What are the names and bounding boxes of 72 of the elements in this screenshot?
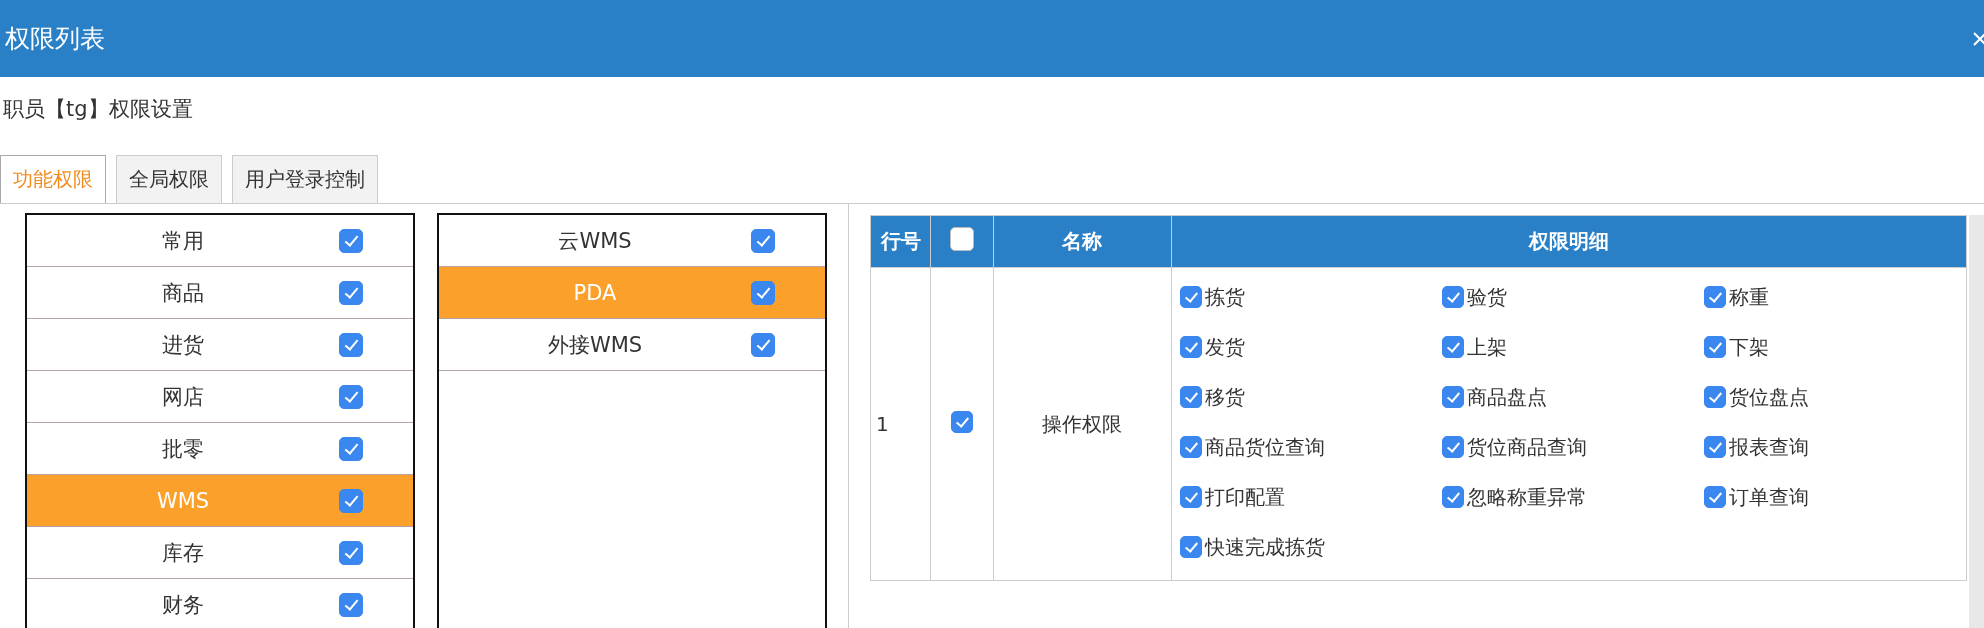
permission-label: 发货	[1205, 333, 1245, 361]
tab[interactable]: 用户登录控制	[232, 155, 378, 203]
module-item[interactable]: 常用	[27, 215, 413, 267]
row-checkbox[interactable]	[951, 410, 974, 433]
permission-label: 货位商品查询	[1467, 433, 1587, 461]
checkbox[interactable]	[339, 488, 363, 513]
checkbox[interactable]	[339, 436, 363, 461]
permission-checkbox[interactable]	[1704, 336, 1726, 358]
permission-label: 上架	[1467, 333, 1507, 361]
permission-checkbox[interactable]	[1704, 286, 1726, 308]
submodule-item[interactable]: 外接WMS	[439, 319, 825, 371]
checkbox[interactable]	[339, 384, 363, 409]
submodule-label: PDA	[573, 280, 617, 305]
permission-label: 订单查询	[1729, 483, 1809, 511]
module-item[interactable]: 网店	[27, 371, 413, 423]
module-item[interactable]: 进货	[27, 319, 413, 371]
permission-label: 移货	[1205, 383, 1245, 411]
checkbox[interactable]	[751, 228, 775, 253]
module-label: 库存	[162, 539, 204, 567]
module-label: 商品	[162, 279, 204, 307]
table-cell: 1	[870, 267, 931, 581]
permission-checkbox[interactable]	[1180, 486, 1202, 508]
submodule-label: 外接WMS	[547, 331, 643, 359]
column-header: 权限明细	[1171, 215, 1967, 268]
module-label: WMS	[156, 488, 210, 513]
module-item[interactable]: 库存	[27, 527, 413, 579]
table-cell: 操作权限	[993, 267, 1172, 581]
tab[interactable]: 全局权限	[116, 155, 222, 203]
permission-label: 商品盘点	[1467, 383, 1547, 411]
permission-checkbox[interactable]	[1180, 336, 1202, 358]
module-label: 批零	[162, 435, 204, 463]
checkbox[interactable]	[751, 280, 775, 305]
module-item[interactable]: 商品	[27, 267, 413, 319]
permission-label: 拣货	[1205, 283, 1245, 311]
permission-checkbox[interactable]	[1180, 386, 1202, 408]
permission-checkbox[interactable]	[1442, 386, 1464, 408]
checkbox[interactable]	[339, 540, 363, 565]
permission-label: 打印配置	[1205, 483, 1285, 511]
window-title: 权限列表	[4, 23, 105, 55]
permission-label: 忽略称重异常	[1467, 483, 1587, 511]
checkbox[interactable]	[339, 280, 363, 305]
module-item[interactable]: 财务	[27, 579, 413, 628]
permission-checkbox[interactable]	[1442, 436, 1464, 458]
module-label: 进货	[162, 331, 204, 359]
permission-label: 货位盘点	[1729, 383, 1809, 411]
module-label: 常用	[162, 227, 204, 255]
permission-label: 快速完成拣货	[1205, 533, 1325, 561]
submodule-label: 云WMS	[558, 227, 632, 255]
permission-checkbox[interactable]	[1180, 436, 1202, 458]
select-all-checkbox[interactable]	[950, 227, 975, 251]
permission-label: 商品货位查询	[1205, 433, 1325, 461]
page-heading: 职员【tg】权限设置	[2, 96, 194, 123]
permission-checkbox[interactable]	[1180, 286, 1202, 308]
checkbox[interactable]	[339, 592, 363, 617]
permission-checkbox[interactable]	[1180, 536, 1202, 558]
permission-label: 称重	[1729, 283, 1769, 311]
permission-checkbox[interactable]	[1442, 486, 1464, 508]
checkbox[interactable]	[751, 332, 775, 357]
permission-label: 下架	[1729, 333, 1769, 361]
checkbox[interactable]	[339, 228, 363, 253]
module-label: 网店	[162, 383, 204, 411]
permission-label: 验货	[1467, 283, 1507, 311]
permission-checkbox[interactable]	[1704, 486, 1726, 508]
permission-checkbox[interactable]	[1442, 336, 1464, 358]
permission-checkbox[interactable]	[1704, 436, 1726, 458]
module-label: 财务	[162, 591, 204, 619]
column-header: 行号	[870, 215, 931, 268]
checkbox[interactable]	[339, 332, 363, 357]
permission-label: 报表查询	[1729, 433, 1809, 461]
permission-checkbox[interactable]	[1704, 386, 1726, 408]
permission-checkbox[interactable]	[1442, 286, 1464, 308]
column-header: 名称	[993, 215, 1172, 268]
